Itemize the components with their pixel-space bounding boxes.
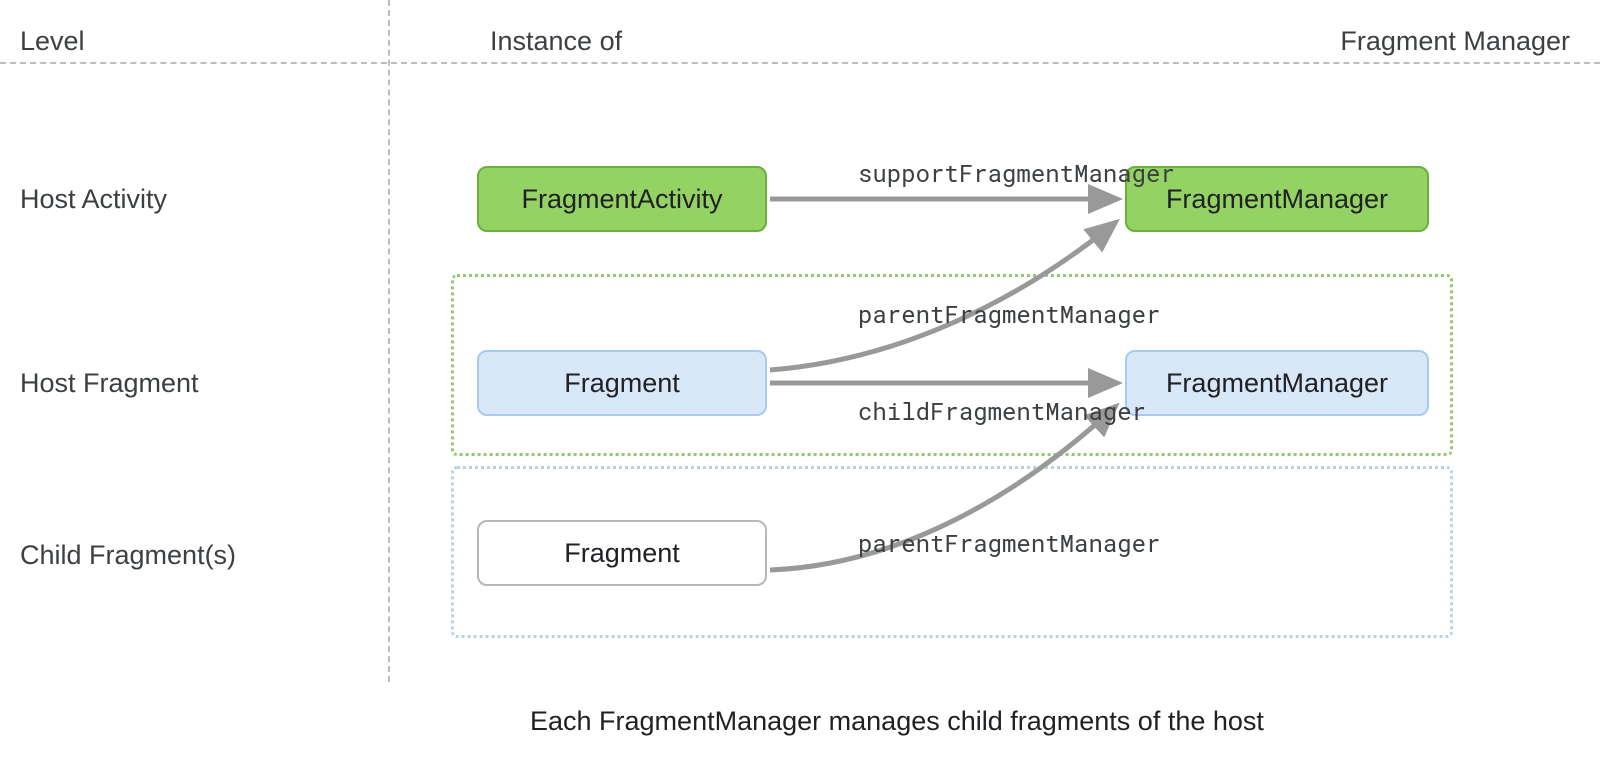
box-child-fragment: Fragment — [477, 520, 767, 586]
header-instance-of: Instance of — [490, 26, 622, 57]
header-level: Level — [20, 26, 85, 57]
box-fragment: Fragment — [477, 350, 767, 416]
column-divider — [388, 0, 390, 682]
header-row: Level Instance of Fragment Manager — [0, 18, 1600, 64]
box-fragment-manager-fragment: FragmentManager — [1125, 350, 1429, 416]
header-fragment-manager: Fragment Manager — [1340, 26, 1570, 57]
edge-label-child-fm: childFragmentManager — [858, 395, 1146, 427]
edge-label-support-fm: supportFragmentManager — [858, 157, 1175, 189]
diagram-caption: Each FragmentManager manages child fragm… — [530, 706, 1264, 737]
box-fragment-activity: FragmentActivity — [477, 166, 767, 232]
header-divider — [0, 62, 1600, 64]
edge-label-parent-fm-2: parentFragmentManager — [858, 527, 1160, 559]
level-host-activity: Host Activity — [20, 184, 167, 215]
level-host-fragment: Host Fragment — [20, 368, 199, 399]
edge-label-parent-fm-1: parentFragmentManager — [858, 298, 1160, 330]
level-child-fragments: Child Fragment(s) — [20, 540, 236, 571]
